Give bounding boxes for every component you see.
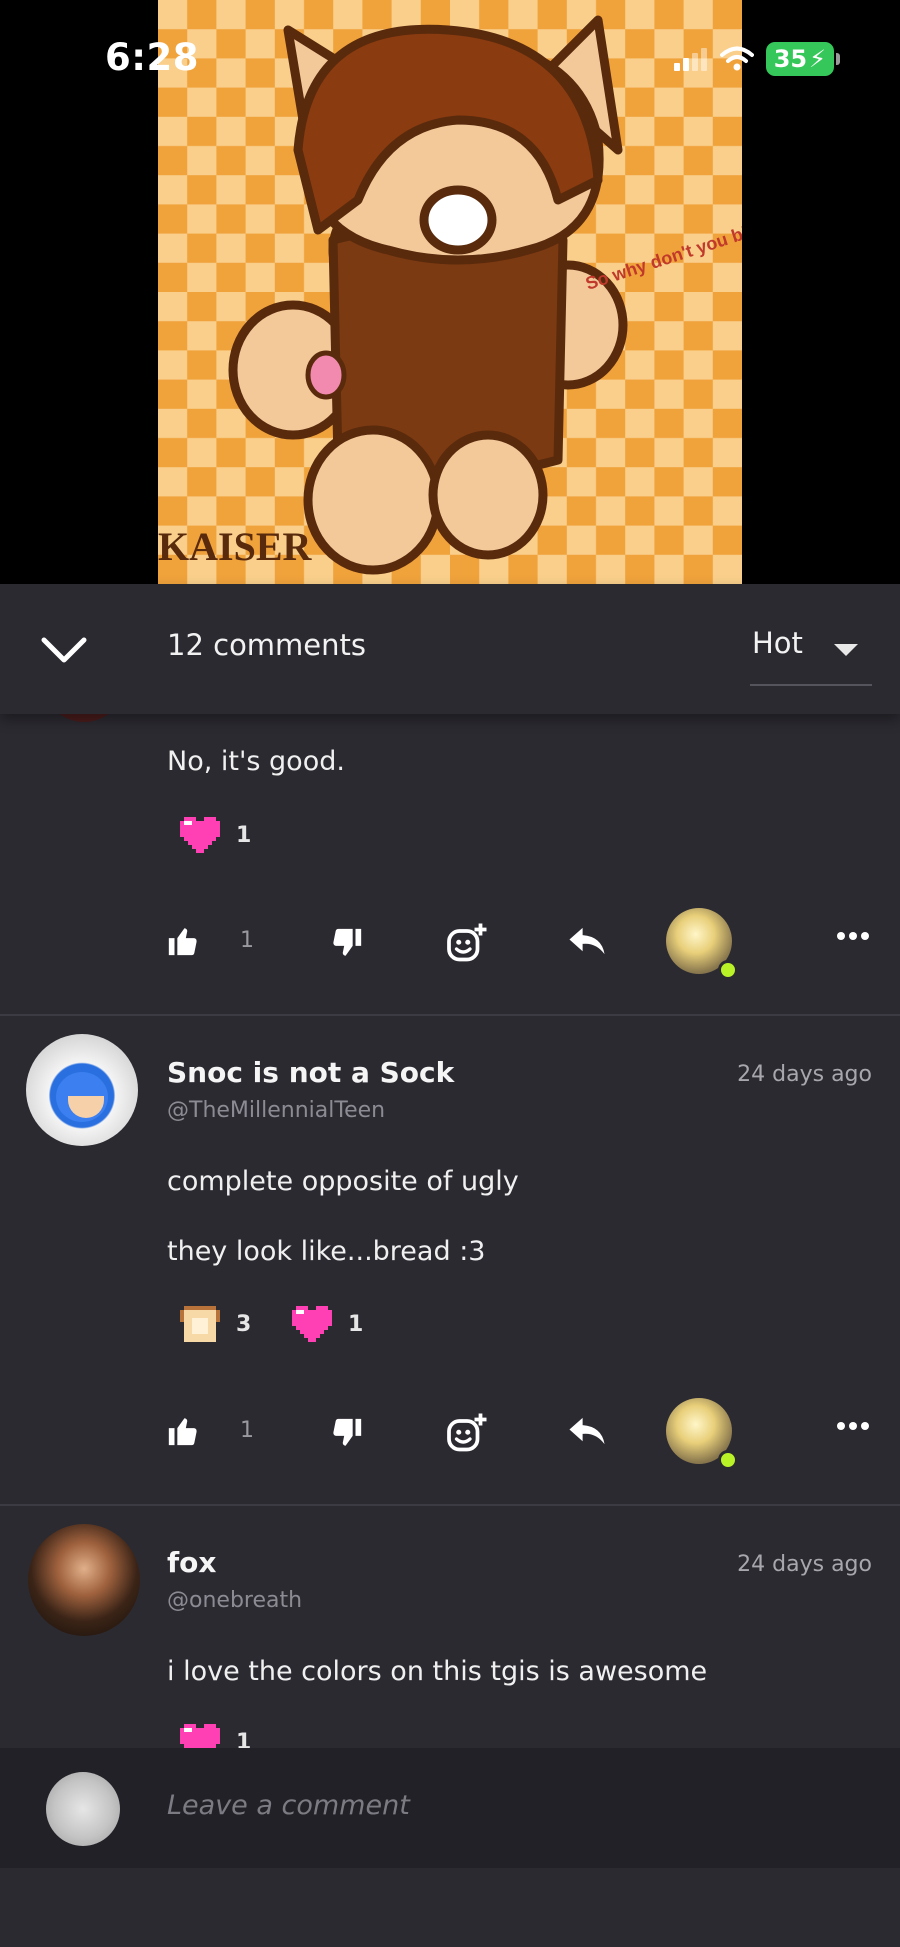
comment-timestamp: 24 days ago [737, 1552, 872, 1577]
author-avatar[interactable] [26, 1034, 138, 1146]
bottom-safe-area [0, 1868, 900, 1947]
reaction-count: 1 [348, 1311, 364, 1337]
reaction-count: 1 [236, 822, 252, 848]
comment-divider [0, 1504, 900, 1506]
comments-count: 12 comments [167, 628, 367, 662]
battery-indicator: 35 ⚡ [765, 42, 834, 76]
heart-icon [180, 817, 220, 853]
add-reaction-icon[interactable] [446, 1412, 488, 1454]
bread-icon [180, 1306, 220, 1342]
online-indicator [718, 960, 738, 980]
author-name[interactable]: Snoc is not a Sock [167, 1056, 454, 1089]
caret-down-icon [834, 644, 858, 656]
author-avatar[interactable] [28, 1524, 140, 1636]
comments-header: 12 comments Hot [0, 584, 900, 714]
sort-dropdown[interactable]: Hot [750, 624, 872, 686]
add-reaction-icon[interactable] [446, 922, 488, 964]
comment-text-line-2: they look like...bread :3 [167, 1236, 486, 1267]
charging-bolt-icon: ⚡ [809, 45, 826, 73]
artwork-signature: KAISER [158, 524, 312, 569]
more-options-icon[interactable] [836, 1420, 870, 1432]
battery-level: 35 [773, 45, 808, 73]
comment-text: No, it's good. [167, 746, 345, 777]
post-artwork[interactable]: So why don't you blow me KAISER [158, 0, 742, 584]
like-count: 1 [240, 1418, 254, 1443]
chevron-down-icon[interactable] [36, 622, 92, 678]
comment-text-line-1: complete opposite of ugly [167, 1166, 519, 1197]
like-count: 1 [240, 928, 254, 953]
reaction-bread[interactable]: 3 [180, 1306, 251, 1342]
author-handle[interactable]: @TheMillennialTeen [167, 1098, 385, 1123]
comment-timestamp: 24 days ago [737, 1062, 872, 1087]
comment-input[interactable]: Leave a comment [167, 1790, 410, 1821]
reaction-heart[interactable]: 1 [180, 817, 251, 853]
post-media[interactable]: So why don't you blow me KAISER 6:28 35 … [0, 0, 900, 584]
comment-text: i love the colors on this tgis is awesom… [167, 1656, 708, 1687]
wifi-icon [719, 46, 754, 71]
comment-divider [0, 1014, 900, 1016]
signal-icon [673, 48, 707, 71]
reply-icon[interactable] [568, 924, 606, 958]
thumbs-up-icon[interactable] [166, 924, 200, 958]
sort-selected: Hot [752, 626, 803, 660]
online-indicator [718, 1450, 738, 1470]
author-handle[interactable]: @onebreath [167, 1588, 302, 1613]
status-icons: 35 ⚡ [673, 42, 840, 76]
status-time: 6:28 [105, 36, 200, 79]
reaction-count: 3 [236, 1311, 252, 1337]
my-avatar [46, 1772, 120, 1846]
author-name[interactable]: fox [167, 1546, 216, 1579]
more-options-icon[interactable] [836, 930, 870, 942]
thumbs-down-icon[interactable] [330, 1416, 364, 1450]
thumbs-down-icon[interactable] [330, 926, 364, 960]
battery-cap [836, 53, 840, 65]
thumbs-up-icon[interactable] [166, 1414, 200, 1448]
reply-icon[interactable] [568, 1414, 606, 1448]
reaction-heart[interactable]: 1 [292, 1306, 363, 1342]
heart-icon [292, 1306, 332, 1342]
comment-composer[interactable]: Leave a comment [0, 1748, 900, 1868]
